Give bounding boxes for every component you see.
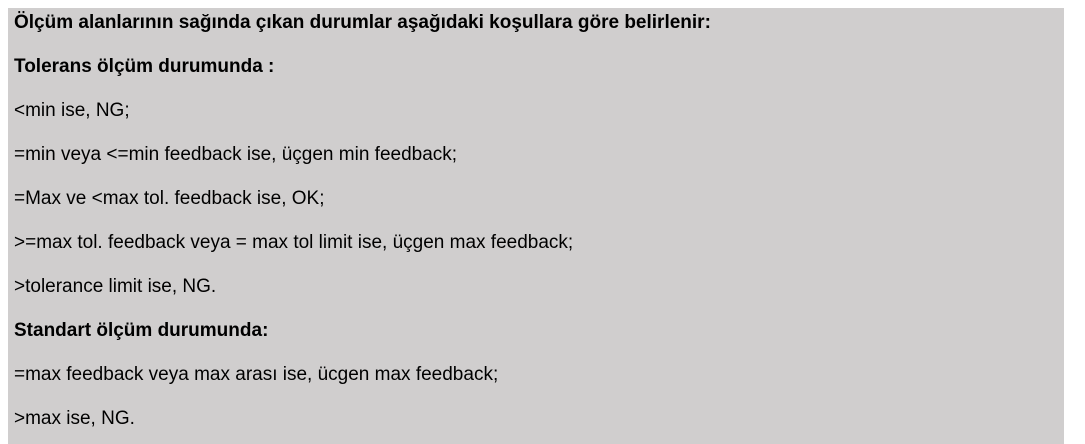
- tolerance-rule-min-feedback: =min veya <=min feedback ise, üçgen min …: [14, 144, 458, 165]
- standard-rule-above-max: >max ise, NG.: [14, 408, 135, 429]
- tolerance-rule-ok: =Max ve <max tol. feedback ise, OK;: [14, 188, 325, 209]
- tolerance-rule-below-min: <min ise, NG;: [14, 100, 130, 121]
- tolerance-section-heading: Tolerans ölçüm durumunda :: [14, 56, 275, 77]
- standard-rule-max-feedback: =max feedback veya max arası ise, ücgen …: [14, 364, 499, 385]
- tolerance-rule-max-feedback: >=max tol. feedback veya = max tol limit…: [14, 232, 574, 253]
- standard-section-heading: Standart ölçüm durumunda:: [14, 320, 269, 341]
- shaded-text-block: Ölçüm alanlarının sağında çıkan durumlar…: [8, 8, 1064, 444]
- tolerance-rule-above-limit: >tolerance limit ise, NG.: [14, 276, 217, 297]
- intro-heading: Ölçüm alanlarının sağında çıkan durumlar…: [14, 12, 711, 33]
